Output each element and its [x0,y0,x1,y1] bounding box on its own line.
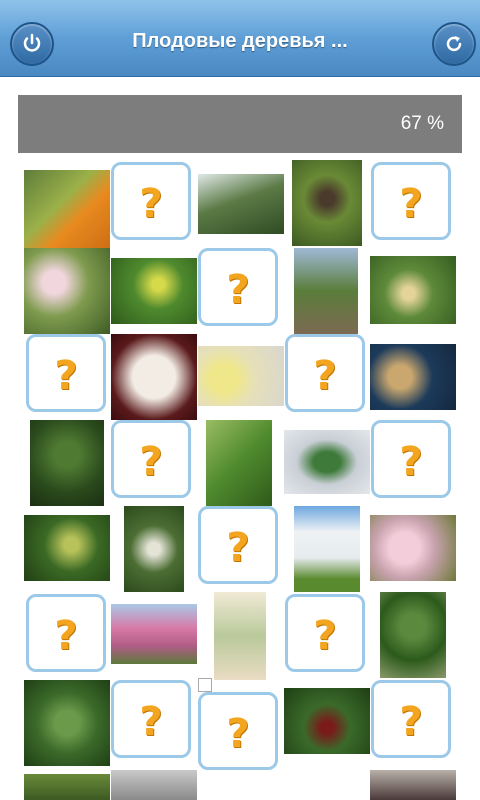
photo-tile[interactable] [294,506,360,592]
refresh-button[interactable] [432,22,476,66]
photo-tile[interactable] [206,420,272,506]
photo-tile[interactable] [24,170,110,256]
photo-tile[interactable] [292,160,362,246]
checkbox[interactable] [198,678,212,692]
hidden-card[interactable]: ? [371,420,451,498]
photo-tile[interactable] [370,515,456,581]
photo-tile[interactable] [24,248,110,334]
hidden-card[interactable]: ? [26,594,106,672]
photo-tile[interactable] [24,515,110,581]
hidden-card[interactable]: ? [371,162,451,240]
photo-tile[interactable] [380,592,446,678]
photo-tile[interactable] [284,688,370,754]
photo-tile[interactable] [198,346,284,406]
page-title: Плодовые деревья ... [132,30,348,52]
photo-tile[interactable] [214,592,266,680]
progress-bar: 67 % [18,95,462,153]
photo-tile[interactable] [30,420,104,506]
hidden-card[interactable]: ? [111,680,191,758]
hidden-card[interactable]: ? [198,506,278,584]
photo-tile[interactable] [198,174,284,234]
photo-tile[interactable] [370,770,456,800]
photo-tile[interactable] [111,604,197,664]
photo-tile[interactable] [124,506,184,592]
hidden-card[interactable]: ? [111,420,191,498]
photo-tile[interactable] [111,334,197,420]
photo-tile[interactable] [284,430,370,494]
power-icon [23,33,41,52]
hidden-card[interactable]: ? [285,334,365,412]
hidden-card[interactable]: ? [198,248,278,326]
app-header: Плодовые деревья ... [0,0,480,77]
hidden-card[interactable]: ? [26,334,106,412]
hidden-card[interactable]: ? [111,162,191,240]
power-button[interactable] [10,22,54,66]
photo-tile[interactable] [370,344,456,410]
photo-tile[interactable] [111,770,197,800]
hidden-card[interactable]: ? [198,692,278,770]
hidden-card[interactable]: ? [285,594,365,672]
photo-tile[interactable] [111,258,197,324]
progress-label: 67 % [400,113,444,134]
progress-fill [18,95,316,153]
photo-tile[interactable] [294,248,358,334]
refresh-icon [446,36,462,52]
hidden-card[interactable]: ? [371,680,451,758]
photo-tile[interactable] [24,680,110,766]
photo-tile[interactable] [24,774,110,800]
photo-tile[interactable] [370,256,456,324]
